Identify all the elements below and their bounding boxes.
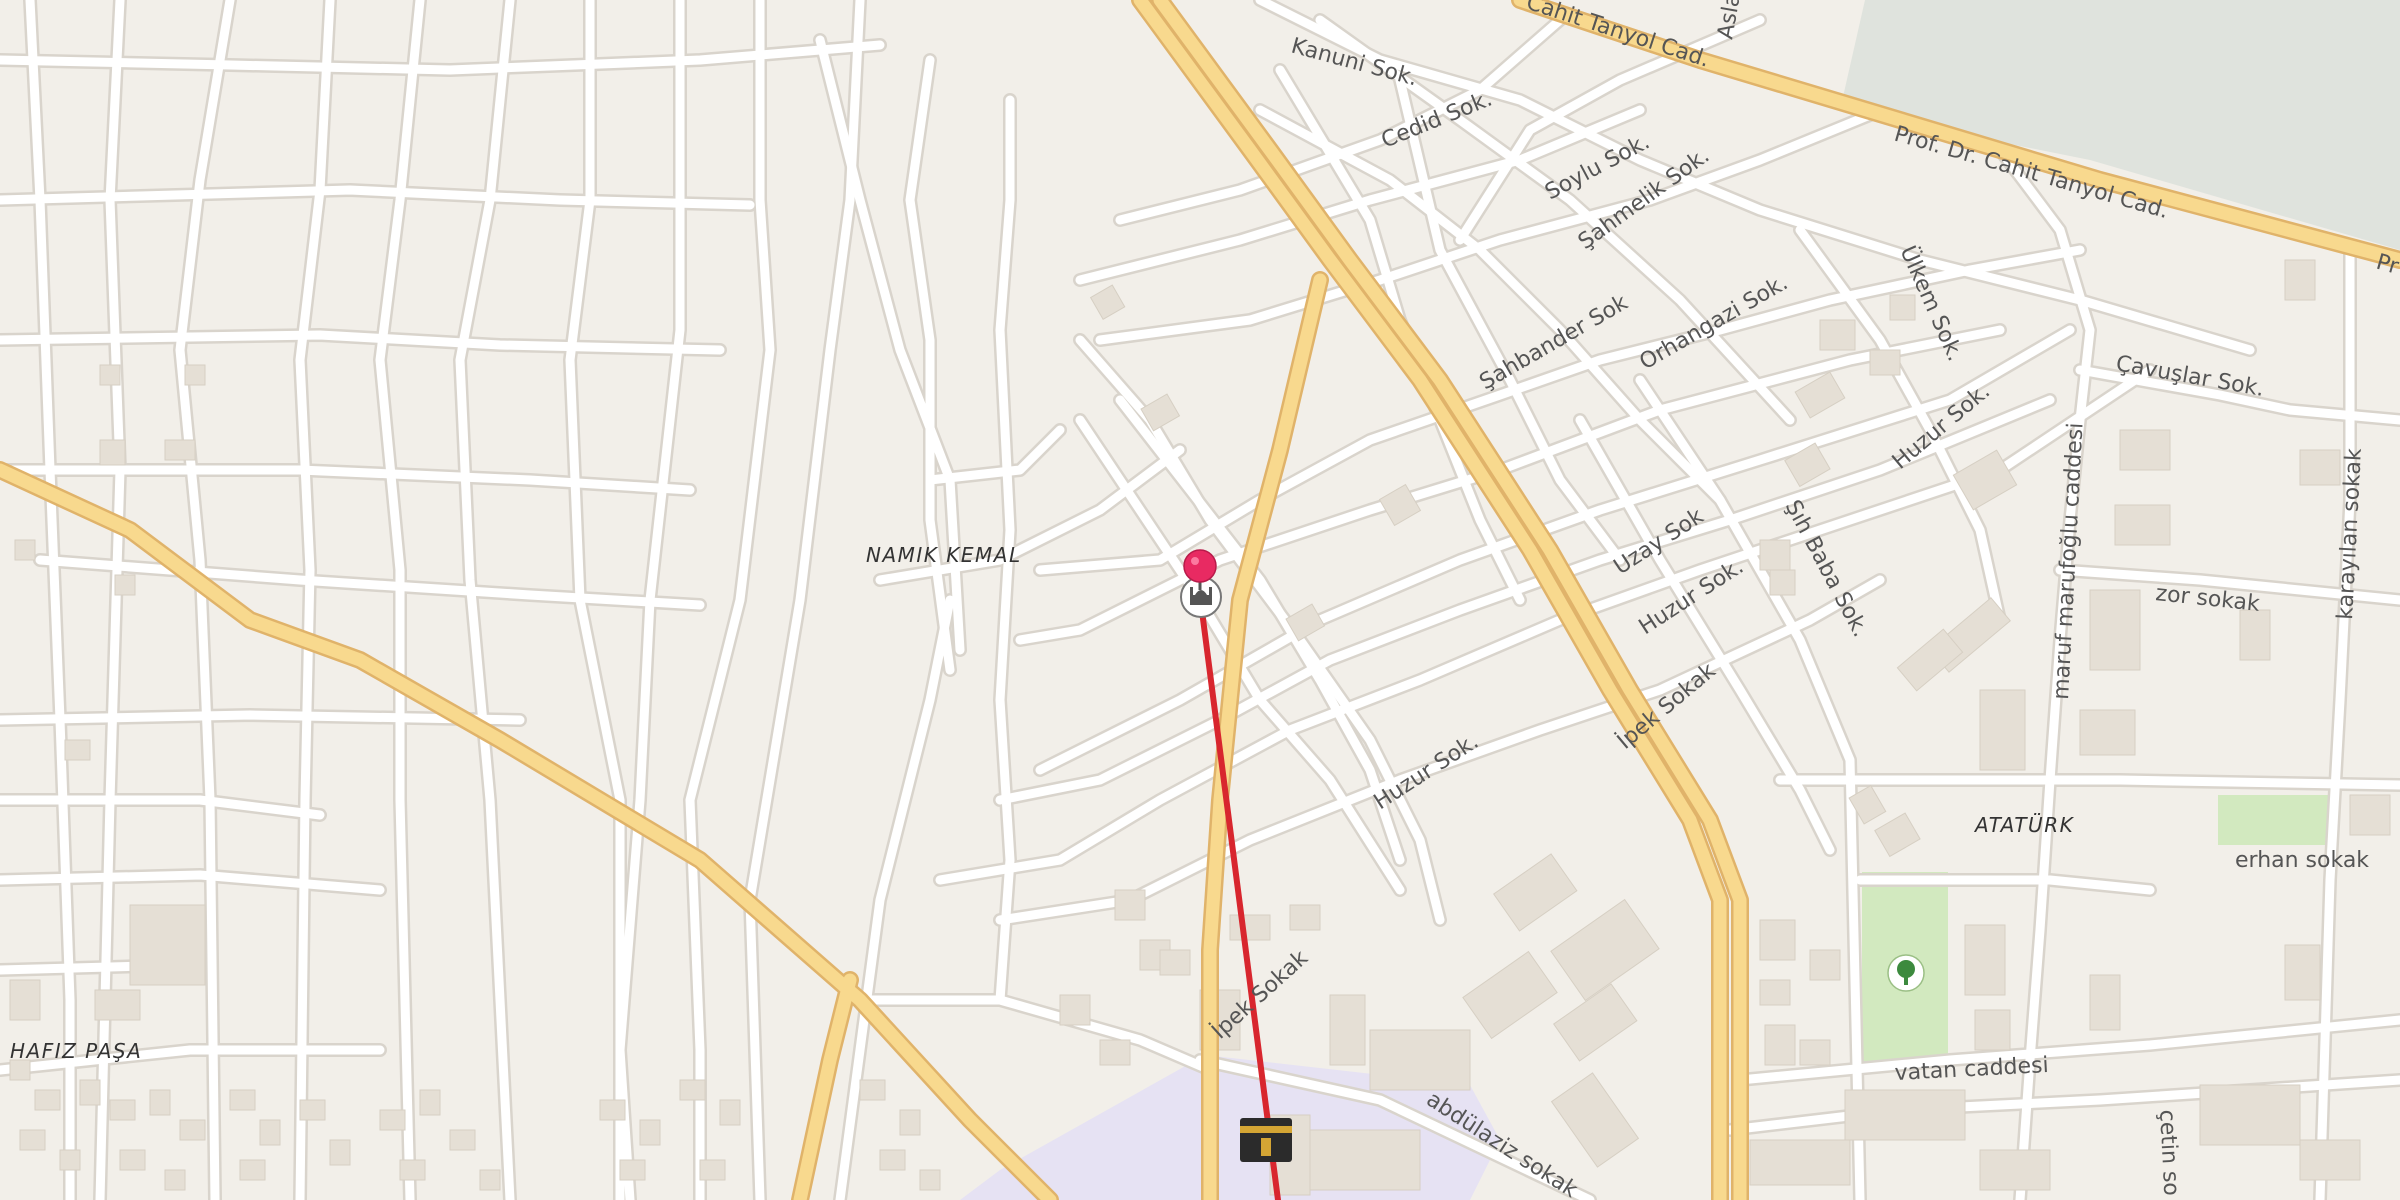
district-namik-kemal: NAMIK KEMAL — [866, 543, 1022, 567]
label-cetin: çetin so — [2154, 1109, 2183, 1196]
map-canvas[interactable]: Kanuni Sok. Cedid Sok. Soylu Sok. Şahmel… — [0, 0, 2400, 1200]
kaaba-icon[interactable] — [1240, 1118, 1292, 1162]
district-hafiz-pasa: HAFIZ PAŞA — [10, 1039, 142, 1063]
tree-icon[interactable] — [1887, 954, 1925, 992]
label-erhan: erhan sokak — [2235, 848, 2369, 873]
park-area-2 — [2218, 795, 2338, 845]
label-maruf: maruf maruf​oğlu caddesi — [2049, 422, 2088, 700]
district-ataturk: ATATÜRK — [1973, 813, 2075, 837]
map-svg[interactable]: Kanuni Sok. Cedid Sok. Soylu Sok. Şahmel… — [0, 0, 2400, 1200]
